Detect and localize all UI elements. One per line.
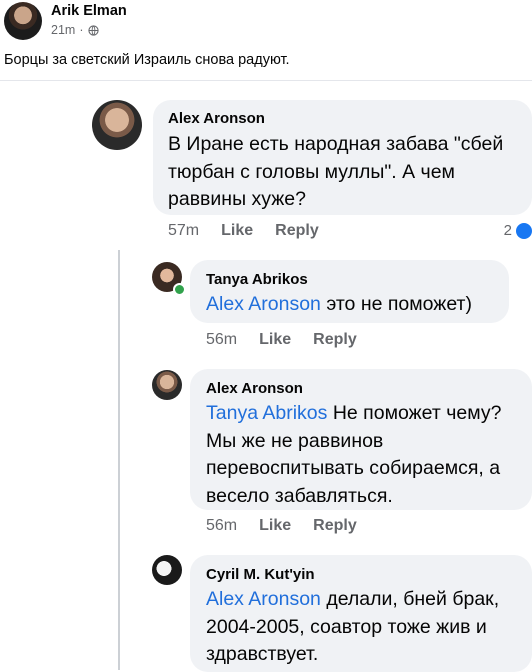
comment-actions: 56m Like Reply	[206, 517, 357, 535]
comment-text: Alex Aronson это не поможет)	[206, 291, 506, 319]
comment-actions: 56m Like Reply	[206, 331, 357, 349]
post-author[interactable]: Arik Elman	[51, 3, 127, 19]
comment-body: это не поможет)	[320, 293, 472, 315]
comment-bubble: Tanya Abrikos Alex Aronson это не поможе…	[190, 260, 509, 323]
comment-text: В Иране есть народная забава "сбей тюрба…	[168, 133, 504, 211]
like-button[interactable]: Like	[259, 517, 291, 535]
comment-text: Alex Aronson делали, бней брак, 2004-200…	[206, 586, 528, 669]
commenter-avatar[interactable]	[152, 370, 182, 400]
post-text: Борцы за светский Израиль снова радуют.	[4, 52, 290, 68]
mention-link[interactable]: Tanya Abrikos	[206, 402, 327, 424]
comment-text: Tanya Abrikos Не поможет чему? Мы же не …	[206, 400, 528, 511]
thread-line	[118, 250, 120, 670]
online-status-icon	[173, 283, 186, 296]
commenter-name[interactable]: Alex Aronson	[206, 380, 303, 397]
reply-button[interactable]: Reply	[275, 222, 319, 240]
meta-separator: ·	[79, 23, 84, 37]
post-meta: 21m ·	[51, 23, 99, 37]
commenter-name[interactable]: Cyril M. Kut'yin	[206, 566, 315, 583]
reaction-count[interactable]: 2	[504, 222, 532, 239]
like-button[interactable]: Like	[221, 222, 253, 240]
comment-bubble: Cyril M. Kut'yin Alex Aronson делали, бн…	[190, 555, 532, 672]
like-reaction-icon	[516, 222, 532, 239]
comment-bubble: Alex Aronson В Иране есть народная забав…	[153, 100, 532, 215]
comment-actions: 57m Like Reply	[168, 222, 319, 240]
commenter-avatar[interactable]	[152, 555, 182, 585]
comment-time[interactable]: 56m	[206, 331, 237, 349]
reply-button[interactable]: Reply	[313, 331, 357, 349]
commenter-avatar[interactable]	[92, 100, 142, 150]
comment-time[interactable]: 57m	[168, 222, 199, 240]
author-avatar[interactable]	[4, 2, 42, 40]
commenter-name[interactable]: Tanya Abrikos	[206, 271, 308, 288]
commenter-name[interactable]: Alex Aronson	[168, 110, 265, 127]
reply-button[interactable]: Reply	[313, 517, 357, 535]
comment-bubble: Alex Aronson Tanya Abrikos Не поможет че…	[190, 369, 532, 510]
mention-link[interactable]: Alex Aronson	[206, 588, 321, 610]
post-header: Arik Elman 21m · Борцы за светский Израи…	[0, 0, 532, 80]
divider	[0, 80, 532, 81]
mention-link[interactable]: Alex Aronson	[206, 293, 321, 315]
like-button[interactable]: Like	[259, 331, 291, 349]
post-time[interactable]: 21m	[51, 23, 75, 37]
globe-icon	[87, 24, 99, 36]
comment-time[interactable]: 56m	[206, 517, 237, 535]
reaction-number: 2	[503, 222, 512, 239]
